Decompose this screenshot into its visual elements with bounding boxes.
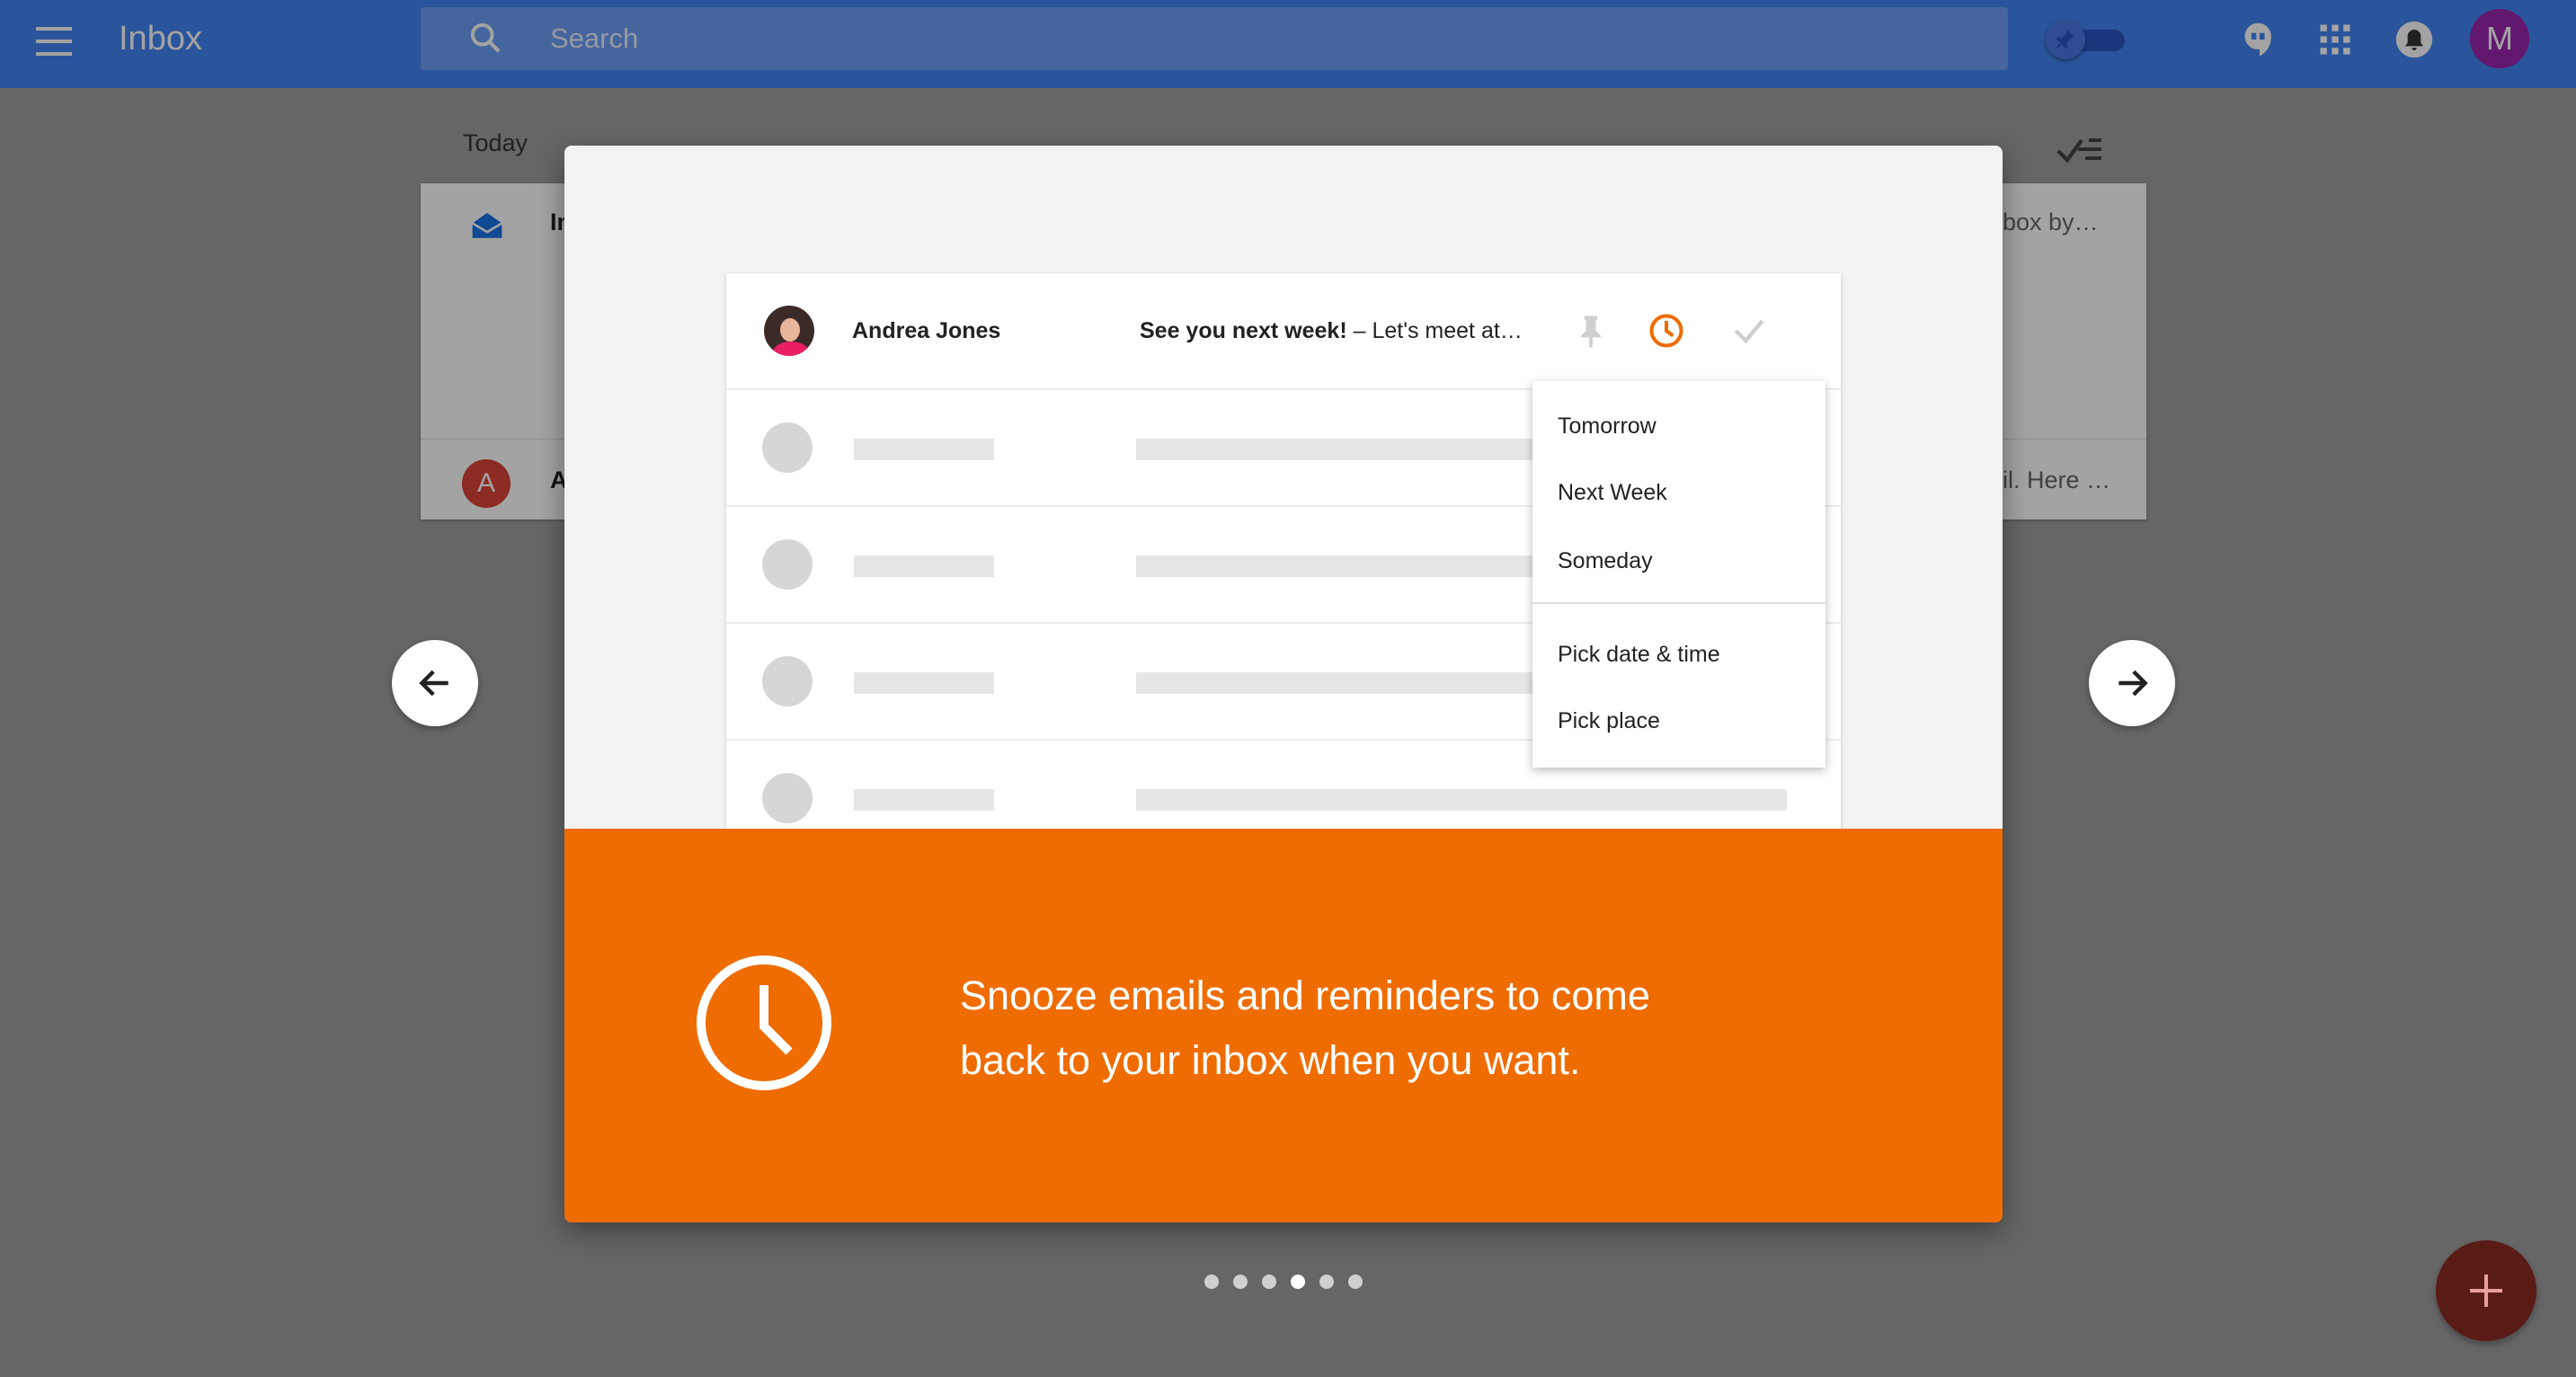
snooze-option-someday[interactable]: Someday <box>1558 548 1653 574</box>
previous-button[interactable] <box>392 640 478 726</box>
onboarding-dialog: Andrea Jones See you next week! – Let's … <box>564 146 2003 1222</box>
arrow-right-icon <box>2119 670 2148 697</box>
snooze-clock-icon <box>1649 314 1683 348</box>
next-button[interactable] <box>2089 640 2175 726</box>
plus-icon <box>2470 1275 2502 1307</box>
pin-icon <box>1581 315 1601 348</box>
snooze-menu: Tomorrow Next Week Someday Pick date & t… <box>1532 381 1825 768</box>
done-check-icon <box>1734 319 1764 344</box>
feature-description-line: Snooze emails and reminders to come <box>960 973 1650 1018</box>
sample-snippet: – Let's meet at… <box>1346 318 1523 343</box>
page-dot-active[interactable] <box>1291 1275 1305 1289</box>
snooze-option-tomorrow[interactable]: Tomorrow <box>1558 413 1657 440</box>
snooze-option-next-week[interactable]: Next Week <box>1558 480 1667 506</box>
avatar <box>764 306 814 356</box>
feature-description: Snooze emails and reminders to come back… <box>960 964 1841 1093</box>
arrow-left-icon <box>419 670 449 697</box>
feature-banner: Snooze emails and reminders to come back… <box>564 829 2003 1222</box>
page-dot[interactable] <box>1262 1275 1276 1289</box>
page-dot[interactable] <box>1233 1275 1248 1289</box>
sample-email-row: Andrea Jones See you next week! – Let's … <box>726 273 1841 390</box>
clock-icon <box>697 955 831 1090</box>
snooze-option-pick-place[interactable]: Pick place <box>1558 708 1660 734</box>
sample-sender: Andrea Jones <box>852 318 1001 343</box>
page-dot[interactable] <box>1204 1275 1219 1289</box>
page-dot[interactable] <box>1348 1275 1363 1289</box>
menu-divider <box>1532 602 1825 604</box>
sample-subject: See you next week! <box>1140 318 1347 343</box>
feature-description-line: back to your inbox when you want. <box>960 1037 1581 1083</box>
illustration: Andrea Jones See you next week! – Let's … <box>564 146 2003 831</box>
snooze-option-pick-date-time[interactable]: Pick date & time <box>1558 642 1720 668</box>
page-dot[interactable] <box>1319 1275 1334 1289</box>
sample-subject-line: See you next week! – Let's meet at… <box>1140 318 1523 344</box>
